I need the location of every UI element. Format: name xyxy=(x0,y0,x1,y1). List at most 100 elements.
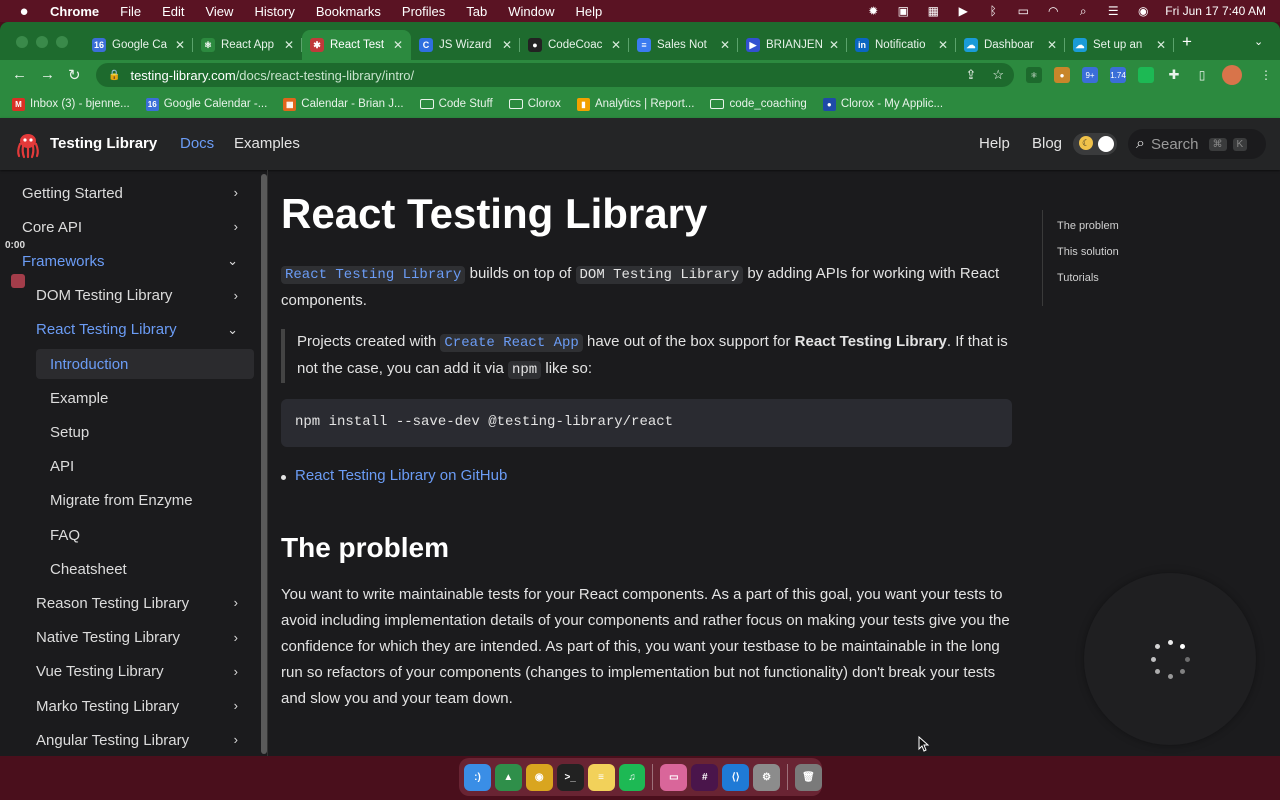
dark-mode-toggle[interactable]: ☾ xyxy=(1073,133,1117,155)
control-center-icon[interactable]: ☰ xyxy=(1105,4,1121,18)
sidebar-item[interactable]: Marko Testing Library › xyxy=(36,691,250,721)
vscode-icon[interactable]: ⟨⟩ xyxy=(722,763,750,791)
menu-app-name[interactable]: Chrome xyxy=(50,4,99,19)
browser-tab[interactable]: ⚛ React App ✕ xyxy=(193,30,302,60)
browser-tab[interactable]: ● CodeCoac ✕ xyxy=(520,30,629,60)
close-icon[interactable]: ✕ xyxy=(938,38,948,52)
menu-edit[interactable]: Edit xyxy=(162,4,184,19)
siri-icon[interactable]: ◉ xyxy=(1135,4,1151,18)
close-icon[interactable]: ✕ xyxy=(1156,38,1166,52)
extension-badge-icon[interactable]: 9+ xyxy=(1082,67,1098,83)
close-icon[interactable]: ✕ xyxy=(720,38,730,52)
reload-button[interactable]: ↻ xyxy=(68,66,81,84)
bookmark-item[interactable]: code_coaching xyxy=(710,98,807,110)
bookmark-item[interactable]: Clorox xyxy=(508,98,561,110)
address-bar[interactable]: 🔒 testing-library.com /docs/react-testin… xyxy=(96,63,1014,87)
bookmark-item[interactable]: ● Clorox - My Applic... xyxy=(822,97,943,111)
search-button[interactable]: ⌕ Search ⌘ K xyxy=(1128,129,1266,159)
spotify-icon[interactable]: ♫ xyxy=(618,763,646,791)
sidebar-item[interactable]: Example xyxy=(50,383,250,413)
screen-icon[interactable]: ▭ xyxy=(660,763,688,791)
menu-profiles[interactable]: Profiles xyxy=(402,4,445,19)
nav-blog-link[interactable]: Blog xyxy=(1032,135,1062,152)
cookie-icon[interactable]: ● xyxy=(1054,67,1070,83)
browser-tab[interactable]: C JS Wizard ✕ xyxy=(411,30,520,60)
display-icon[interactable]: ▣ xyxy=(895,4,911,18)
play-icon[interactable]: ▶ xyxy=(955,4,971,18)
chevron-down-icon[interactable]: ⌄ xyxy=(227,322,238,338)
wifi-icon[interactable]: ◠ xyxy=(1045,4,1061,18)
toc-item-solution[interactable]: This solution xyxy=(1057,246,1119,258)
install-code-block[interactable]: npm install --save-dev @testing-library/… xyxy=(281,399,1012,447)
sidebar-item[interactable]: DOM Testing Library › xyxy=(36,281,250,311)
sidebar-item[interactable]: Introduction xyxy=(36,349,254,379)
create-react-app-link[interactable]: Create React App xyxy=(440,334,583,352)
clock[interactable]: Fri Jun 17 7:40 AM xyxy=(1165,4,1266,18)
menu-view[interactable]: View xyxy=(205,4,233,19)
search-icon[interactable]: ⌕ xyxy=(1075,4,1091,18)
notes-icon[interactable]: ≡ xyxy=(587,763,615,791)
lock-icon[interactable]: 🔒 xyxy=(108,70,120,81)
trash-icon[interactable]: 🗑 xyxy=(795,763,822,791)
sidebar-item[interactable]: React Testing Library ⌄ xyxy=(36,315,250,345)
battery-icon[interactable]: ▭ xyxy=(1015,4,1031,18)
chevron-right-icon[interactable]: › xyxy=(234,698,238,713)
browser-tab[interactable]: ☁ Dashboar ✕ xyxy=(956,30,1065,60)
calendar-icon[interactable]: ▦ xyxy=(925,4,941,18)
bookmark-item[interactable]: Code Stuff xyxy=(419,98,493,110)
react-devtools-icon[interactable]: ⚛ xyxy=(1026,67,1042,83)
chevron-right-icon[interactable]: › xyxy=(234,288,238,303)
sidebar-icon[interactable]: ▯ xyxy=(1194,67,1210,83)
browser-tab[interactable]: ☁ Set up an ✕ xyxy=(1065,30,1174,60)
chevron-down-icon[interactable]: ⌄ xyxy=(227,253,238,269)
sidebar-item[interactable]: Vue Testing Library › xyxy=(36,657,250,687)
settings-icon[interactable]: ⚙ xyxy=(753,763,781,791)
sidebar-scrollbar[interactable] xyxy=(261,174,267,754)
finder-icon[interactable]: :) xyxy=(464,763,491,791)
sidebar-item[interactable]: Migrate from Enzyme xyxy=(50,486,250,516)
menu-help[interactable]: Help xyxy=(576,4,603,19)
gear-icon[interactable]: ✹ xyxy=(865,4,881,18)
zoom-window-button[interactable] xyxy=(56,36,68,48)
sidebar-item[interactable]: Setup xyxy=(50,417,250,447)
sidebar-item[interactable]: Reason Testing Library › xyxy=(36,588,250,618)
menu-file[interactable]: File xyxy=(120,4,141,19)
sidebar-item[interactable]: API xyxy=(50,452,250,482)
minimize-window-button[interactable] xyxy=(36,36,48,48)
close-icon[interactable]: ✕ xyxy=(175,38,185,52)
sidebar-item[interactable]: Angular Testing Library › xyxy=(36,725,250,755)
puzzle-icon[interactable]: ✚ xyxy=(1166,67,1182,83)
chevron-right-icon[interactable]: › xyxy=(234,185,238,200)
github-link[interactable]: React Testing Library on GitHub xyxy=(280,467,507,484)
nav-examples-link[interactable]: Examples xyxy=(234,135,300,152)
chrome-icon[interactable]: ◉ xyxy=(525,763,553,791)
bookmark-star-icon[interactable]: ☆ xyxy=(992,67,1004,83)
chevron-right-icon[interactable]: › xyxy=(234,630,238,645)
menu-window[interactable]: Window xyxy=(508,4,554,19)
sidebar-item[interactable]: Frameworks ⌄ xyxy=(22,246,250,276)
close-icon[interactable]: ✕ xyxy=(611,38,621,52)
close-icon[interactable]: ✕ xyxy=(393,38,403,52)
bookmark-item[interactable]: ▮ Analytics | Report... xyxy=(576,97,694,111)
close-window-button[interactable] xyxy=(16,36,28,48)
brand-name[interactable]: Testing Library xyxy=(50,135,157,152)
sidebar-item[interactable]: Cheatsheet xyxy=(50,554,250,584)
chevron-right-icon[interactable]: › xyxy=(234,595,238,610)
green-extension-icon[interactable] xyxy=(1138,67,1154,83)
terminal-icon[interactable]: >_ xyxy=(556,763,584,791)
sidebar-item[interactable]: Core API › xyxy=(22,212,250,242)
chevron-down-icon[interactable]: ⌄ xyxy=(1254,35,1263,48)
extension-counter-icon[interactable]: 1.74 xyxy=(1110,67,1126,83)
sidebar-item[interactable]: FAQ xyxy=(50,520,250,550)
octopus-logo-icon[interactable] xyxy=(14,131,42,159)
share-icon[interactable]: ⇪ xyxy=(965,67,976,83)
react-testing-library-link[interactable]: React Testing Library xyxy=(281,266,466,284)
nav-docs-link[interactable]: Docs xyxy=(180,135,214,152)
browser-tab[interactable]: ≡ Sales Not ✕ xyxy=(629,30,738,60)
close-icon[interactable]: ✕ xyxy=(502,38,512,52)
browser-tab[interactable]: ▶ BRIANJEN ✕ xyxy=(738,30,847,60)
apple-icon[interactable]: ● xyxy=(16,3,32,20)
stop-recording-button[interactable] xyxy=(11,274,25,288)
toc-item-tutorials[interactable]: Tutorials xyxy=(1057,272,1099,284)
slack-icon[interactable]: # xyxy=(691,763,719,791)
